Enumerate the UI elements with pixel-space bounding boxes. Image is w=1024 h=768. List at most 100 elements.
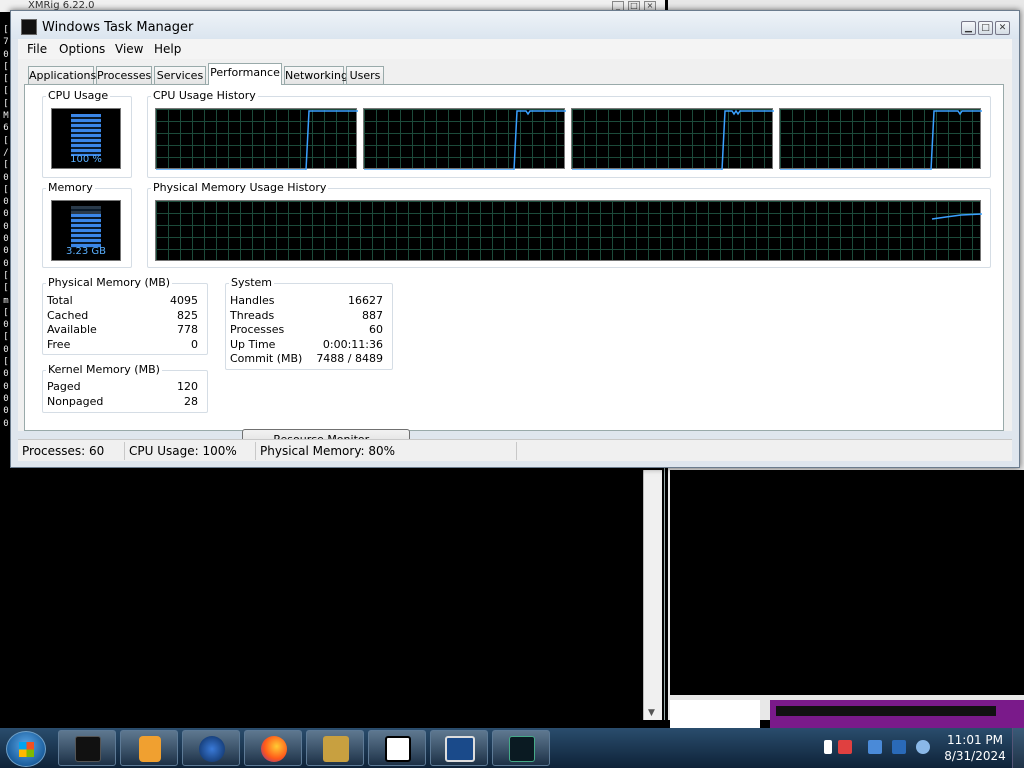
- task-manager-icon: [509, 736, 535, 762]
- taskbar-item-task-manager[interactable]: [492, 730, 550, 766]
- sandbox-icon: [323, 736, 349, 762]
- taskbar-item-firefox[interactable]: [244, 730, 302, 766]
- menu-view[interactable]: View: [115, 42, 143, 56]
- task-manager-window: Windows Task Manager ▁ □ ✕ File Options …: [10, 10, 1020, 468]
- menu-bar: File Options View Help: [18, 39, 1012, 59]
- cpu-core-graph: [779, 108, 982, 170]
- stat-key: Free: [47, 338, 71, 351]
- cpu-history-label: CPU Usage History: [151, 89, 258, 102]
- tab-applications[interactable]: Applications: [28, 66, 96, 84]
- scroll-down-icon[interactable]: ▼: [648, 708, 655, 718]
- physical-memory-label: Physical Memory (MB): [46, 276, 173, 289]
- maximize-button[interactable]: □: [978, 21, 993, 35]
- close-button[interactable]: ✕: [995, 21, 1010, 35]
- cpu-core-graph: [155, 108, 358, 170]
- stat-key: Up Time: [230, 338, 276, 351]
- status-memory: Physical Memory: 80%: [260, 444, 396, 458]
- network-icon[interactable]: [892, 740, 906, 754]
- status-bar: Processes: 60 CPU Usage: 100% Physical M…: [18, 439, 1012, 461]
- status-cpu: CPU Usage: 100%: [129, 444, 237, 458]
- performance-panel: CPU Usage 100 % CPU Usage History Memory…: [24, 84, 1004, 450]
- cpu-usage-label: CPU Usage: [46, 89, 111, 102]
- stat-key: Paged: [47, 380, 81, 393]
- kernel-memory-label: Kernel Memory (MB): [46, 363, 162, 376]
- tab-networking[interactable]: Networking: [284, 66, 348, 84]
- status-processes: Processes: 60: [22, 444, 105, 458]
- 7zip-icon: [385, 736, 411, 762]
- system-tray: [810, 728, 940, 768]
- taskbar-item-globe[interactable]: [182, 730, 240, 766]
- title-bar[interactable]: Windows Task Manager ▁ □ ✕: [11, 11, 1019, 39]
- tab-performance[interactable]: Performance: [208, 63, 282, 85]
- tab-container: Applications Processes Services Performa…: [18, 59, 1012, 450]
- terminal-icon: [75, 736, 101, 762]
- system-label: System: [229, 276, 275, 289]
- start-button[interactable]: [6, 731, 46, 767]
- cpu-core-graph: [571, 108, 774, 170]
- menu-file[interactable]: File: [27, 42, 47, 56]
- stat-key: Threads: [230, 309, 275, 322]
- task-manager-app-icon: [21, 19, 37, 35]
- memory-gauge: 3.23 GB: [51, 200, 121, 261]
- clock-time: 11:01 PM: [947, 733, 1003, 747]
- stat-key: Total: [47, 294, 73, 307]
- right-window-panel: [670, 700, 760, 728]
- taskbar-item-7zip[interactable]: [368, 730, 426, 766]
- right-window-content: [670, 470, 1024, 695]
- cpu-core-graph: [363, 108, 566, 170]
- cpu-usage-value: 100 %: [70, 154, 102, 165]
- stat-value: 0: [191, 338, 198, 351]
- stat-value: 120: [177, 380, 198, 393]
- stat-key: Processes: [230, 323, 285, 336]
- cpu-core-line: [780, 110, 982, 170]
- action-center-icon[interactable]: [868, 740, 882, 754]
- taskbar-item-sandbox[interactable]: [306, 730, 364, 766]
- stat-key: Commit (MB): [230, 352, 303, 365]
- stat-value: 60: [369, 323, 383, 336]
- media-player-icon: [139, 736, 161, 762]
- memory-history-graph: [155, 200, 982, 261]
- windows-logo-icon: [19, 742, 34, 757]
- taskbar-item-monitor-app[interactable]: [430, 730, 488, 766]
- globe-icon: [199, 736, 225, 762]
- monitor-app-icon: [445, 736, 475, 762]
- minimize-button[interactable]: ▁: [961, 21, 976, 35]
- cpu-usage-gauge: 100 %: [51, 108, 121, 169]
- menu-help[interactable]: Help: [154, 42, 181, 56]
- tab-services[interactable]: Services: [154, 66, 206, 84]
- cpu-core-line: [364, 110, 566, 170]
- show-hidden-icons-icon[interactable]: [824, 740, 832, 754]
- taskbar: 11:01 PM 8/31/2024: [0, 728, 1024, 768]
- stat-value: 0:00:11:36: [322, 338, 383, 351]
- background-scrollbar[interactable]: ▼: [643, 470, 662, 720]
- tab-processes[interactable]: Processes: [96, 66, 152, 84]
- memory-value: 3.23 GB: [65, 246, 107, 257]
- stat-key: Nonpaged: [47, 395, 104, 408]
- purple-window: [770, 700, 1024, 728]
- stat-key: Handles: [230, 294, 275, 307]
- cpu-core-line: [572, 109, 774, 170]
- stat-value: 887: [362, 309, 383, 322]
- stat-value: 28: [184, 395, 198, 408]
- menu-options[interactable]: Options: [59, 42, 105, 56]
- stat-key: Cached: [47, 309, 89, 322]
- memory-history-line: [931, 213, 982, 220]
- taskbar-item-media-player[interactable]: [120, 730, 178, 766]
- tray-app-icon[interactable]: [838, 740, 852, 754]
- firefox-icon: [261, 736, 287, 762]
- taskbar-item-terminal[interactable]: [58, 730, 116, 766]
- stat-value: 825: [177, 309, 198, 322]
- show-desktop-button[interactable]: [1012, 728, 1024, 768]
- stat-value: 778: [177, 323, 198, 336]
- volume-icon[interactable]: [916, 740, 930, 754]
- clock[interactable]: 11:01 PM 8/31/2024: [940, 732, 1010, 766]
- window-title: Windows Task Manager: [42, 20, 194, 35]
- tab-users[interactable]: Users: [346, 66, 384, 84]
- cpu-core-line: [156, 110, 358, 170]
- clock-date: 8/31/2024: [944, 749, 1006, 763]
- memory-history-label: Physical Memory Usage History: [151, 181, 329, 194]
- stat-value: 4095: [170, 294, 198, 307]
- stat-value: 16627: [348, 294, 383, 307]
- stat-value: 7488 / 8489: [316, 352, 383, 365]
- memory-label: Memory: [46, 181, 95, 194]
